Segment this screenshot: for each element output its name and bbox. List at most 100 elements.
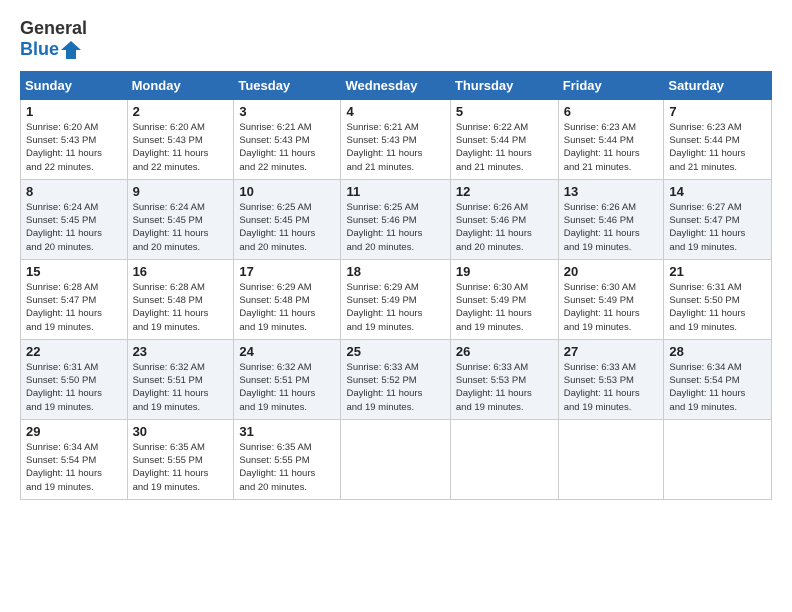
calendar-cell: 17 Sunrise: 6:29 AM Sunset: 5:48 PM Dayli… <box>234 259 341 339</box>
calendar-cell: 13 Sunrise: 6:26 AM Sunset: 5:46 PM Dayli… <box>558 179 664 259</box>
day-detail: Sunrise: 6:27 AM Sunset: 5:47 PM Dayligh… <box>669 201 766 254</box>
day-detail: Sunrise: 6:32 AM Sunset: 5:51 PM Dayligh… <box>239 361 335 414</box>
header-area: General Blue <box>20 18 772 61</box>
day-detail: Sunrise: 6:30 AM Sunset: 5:49 PM Dayligh… <box>456 281 553 334</box>
calendar-header-saturday: Saturday <box>664 71 772 99</box>
calendar-week-row: 15 Sunrise: 6:28 AM Sunset: 5:47 PM Dayli… <box>21 259 772 339</box>
calendar-cell: 25 Sunrise: 6:33 AM Sunset: 5:52 PM Dayli… <box>341 339 450 419</box>
day-number: 7 <box>669 104 766 119</box>
calendar-cell: 2 Sunrise: 6:20 AM Sunset: 5:43 PM Daylig… <box>127 99 234 179</box>
calendar-cell: 1 Sunrise: 6:20 AM Sunset: 5:43 PM Daylig… <box>21 99 128 179</box>
logo-arrow-icon <box>61 39 83 61</box>
calendar-cell: 26Sunrise: 6:33 AM Sunset: 5:53 PM Dayli… <box>450 339 558 419</box>
calendar-cell: 5 Sunrise: 6:22 AM Sunset: 5:44 PM Daylig… <box>450 99 558 179</box>
calendar-cell: 30Sunrise: 6:35 AM Sunset: 5:55 PM Dayli… <box>127 419 234 499</box>
day-detail: Sunrise: 6:35 AM Sunset: 5:55 PM Dayligh… <box>133 441 229 494</box>
calendar-cell <box>341 419 450 499</box>
day-detail: Sunrise: 6:26 AM Sunset: 5:46 PM Dayligh… <box>564 201 659 254</box>
calendar-cell: 22Sunrise: 6:31 AM Sunset: 5:50 PM Dayli… <box>21 339 128 419</box>
calendar-header-row: SundayMondayTuesdayWednesdayThursdayFrid… <box>21 71 772 99</box>
day-number: 29 <box>26 424 122 439</box>
day-number: 15 <box>26 264 122 279</box>
logo-blue: Blue <box>20 39 59 60</box>
calendar-cell: 4 Sunrise: 6:21 AM Sunset: 5:43 PM Daylig… <box>341 99 450 179</box>
day-number: 6 <box>564 104 659 119</box>
calendar-header-monday: Monday <box>127 71 234 99</box>
page: General Blue SundayMondayTuesdayWednesda… <box>0 0 792 612</box>
day-number: 2 <box>133 104 229 119</box>
day-number: 23 <box>133 344 229 359</box>
day-number: 19 <box>456 264 553 279</box>
logo: General Blue <box>20 18 87 61</box>
day-number: 27 <box>564 344 659 359</box>
calendar-cell: 19 Sunrise: 6:30 AM Sunset: 5:49 PM Dayli… <box>450 259 558 339</box>
day-detail: Sunrise: 6:21 AM Sunset: 5:43 PM Dayligh… <box>346 121 444 174</box>
day-number: 9 <box>133 184 229 199</box>
day-number: 21 <box>669 264 766 279</box>
day-number: 28 <box>669 344 766 359</box>
calendar-cell: 23 Sunrise: 6:32 AM Sunset: 5:51 PM Dayli… <box>127 339 234 419</box>
day-number: 5 <box>456 104 553 119</box>
calendar-cell: 10Sunrise: 6:25 AM Sunset: 5:45 PM Dayli… <box>234 179 341 259</box>
day-number: 11 <box>346 184 444 199</box>
calendar-table: SundayMondayTuesdayWednesdayThursdayFrid… <box>20 71 772 500</box>
day-detail: Sunrise: 6:20 AM Sunset: 5:43 PM Dayligh… <box>133 121 229 174</box>
day-number: 3 <box>239 104 335 119</box>
calendar-header-tuesday: Tuesday <box>234 71 341 99</box>
day-number: 8 <box>26 184 122 199</box>
calendar-cell: 7 Sunrise: 6:23 AM Sunset: 5:44 PM Daylig… <box>664 99 772 179</box>
day-detail: Sunrise: 6:29 AM Sunset: 5:48 PM Dayligh… <box>239 281 335 334</box>
calendar-cell: 6 Sunrise: 6:23 AM Sunset: 5:44 PM Daylig… <box>558 99 664 179</box>
day-detail: Sunrise: 6:24 AM Sunset: 5:45 PM Dayligh… <box>133 201 229 254</box>
calendar-header-wednesday: Wednesday <box>341 71 450 99</box>
calendar-cell: 3Sunrise: 6:21 AM Sunset: 5:43 PM Daylig… <box>234 99 341 179</box>
calendar-cell: 14Sunrise: 6:27 AM Sunset: 5:47 PM Dayli… <box>664 179 772 259</box>
calendar-cell: 11 Sunrise: 6:25 AM Sunset: 5:46 PM Dayli… <box>341 179 450 259</box>
calendar-cell: 18Sunrise: 6:29 AM Sunset: 5:49 PM Dayli… <box>341 259 450 339</box>
day-detail: Sunrise: 6:22 AM Sunset: 5:44 PM Dayligh… <box>456 121 553 174</box>
day-number: 10 <box>239 184 335 199</box>
day-detail: Sunrise: 6:25 AM Sunset: 5:46 PM Dayligh… <box>346 201 444 254</box>
day-detail: Sunrise: 6:20 AM Sunset: 5:43 PM Dayligh… <box>26 121 122 174</box>
day-detail: Sunrise: 6:26 AM Sunset: 5:46 PM Dayligh… <box>456 201 553 254</box>
day-number: 4 <box>346 104 444 119</box>
day-detail: Sunrise: 6:33 AM Sunset: 5:53 PM Dayligh… <box>564 361 659 414</box>
day-detail: Sunrise: 6:34 AM Sunset: 5:54 PM Dayligh… <box>669 361 766 414</box>
day-detail: Sunrise: 6:31 AM Sunset: 5:50 PM Dayligh… <box>669 281 766 334</box>
day-detail: Sunrise: 6:33 AM Sunset: 5:53 PM Dayligh… <box>456 361 553 414</box>
day-detail: Sunrise: 6:28 AM Sunset: 5:47 PM Dayligh… <box>26 281 122 334</box>
day-detail: Sunrise: 6:28 AM Sunset: 5:48 PM Dayligh… <box>133 281 229 334</box>
day-number: 12 <box>456 184 553 199</box>
calendar-cell <box>450 419 558 499</box>
calendar-week-row: 29Sunrise: 6:34 AM Sunset: 5:54 PM Dayli… <box>21 419 772 499</box>
day-number: 13 <box>564 184 659 199</box>
calendar-cell: 16Sunrise: 6:28 AM Sunset: 5:48 PM Dayli… <box>127 259 234 339</box>
day-number: 25 <box>346 344 444 359</box>
calendar-cell: 9 Sunrise: 6:24 AM Sunset: 5:45 PM Daylig… <box>127 179 234 259</box>
day-number: 20 <box>564 264 659 279</box>
calendar-cell: 29Sunrise: 6:34 AM Sunset: 5:54 PM Dayli… <box>21 419 128 499</box>
calendar-week-row: 22Sunrise: 6:31 AM Sunset: 5:50 PM Dayli… <box>21 339 772 419</box>
calendar-week-row: 8 Sunrise: 6:24 AM Sunset: 5:45 PM Daylig… <box>21 179 772 259</box>
calendar-cell: 12 Sunrise: 6:26 AM Sunset: 5:46 PM Dayli… <box>450 179 558 259</box>
calendar-cell: 24 Sunrise: 6:32 AM Sunset: 5:51 PM Dayli… <box>234 339 341 419</box>
calendar-cell <box>664 419 772 499</box>
calendar-cell: 15 Sunrise: 6:28 AM Sunset: 5:47 PM Dayli… <box>21 259 128 339</box>
day-number: 31 <box>239 424 335 439</box>
day-detail: Sunrise: 6:23 AM Sunset: 5:44 PM Dayligh… <box>564 121 659 174</box>
calendar-body: 1 Sunrise: 6:20 AM Sunset: 5:43 PM Daylig… <box>21 99 772 499</box>
day-number: 22 <box>26 344 122 359</box>
calendar-week-row: 1 Sunrise: 6:20 AM Sunset: 5:43 PM Daylig… <box>21 99 772 179</box>
day-detail: Sunrise: 6:33 AM Sunset: 5:52 PM Dayligh… <box>346 361 444 414</box>
day-detail: Sunrise: 6:23 AM Sunset: 5:44 PM Dayligh… <box>669 121 766 174</box>
calendar-header-thursday: Thursday <box>450 71 558 99</box>
day-number: 18 <box>346 264 444 279</box>
day-number: 1 <box>26 104 122 119</box>
day-detail: Sunrise: 6:32 AM Sunset: 5:51 PM Dayligh… <box>133 361 229 414</box>
day-number: 17 <box>239 264 335 279</box>
day-number: 24 <box>239 344 335 359</box>
calendar-header-sunday: Sunday <box>21 71 128 99</box>
calendar-cell: 8Sunrise: 6:24 AM Sunset: 5:45 PM Daylig… <box>21 179 128 259</box>
day-detail: Sunrise: 6:35 AM Sunset: 5:55 PM Dayligh… <box>239 441 335 494</box>
calendar-cell: 28 Sunrise: 6:34 AM Sunset: 5:54 PM Dayli… <box>664 339 772 419</box>
